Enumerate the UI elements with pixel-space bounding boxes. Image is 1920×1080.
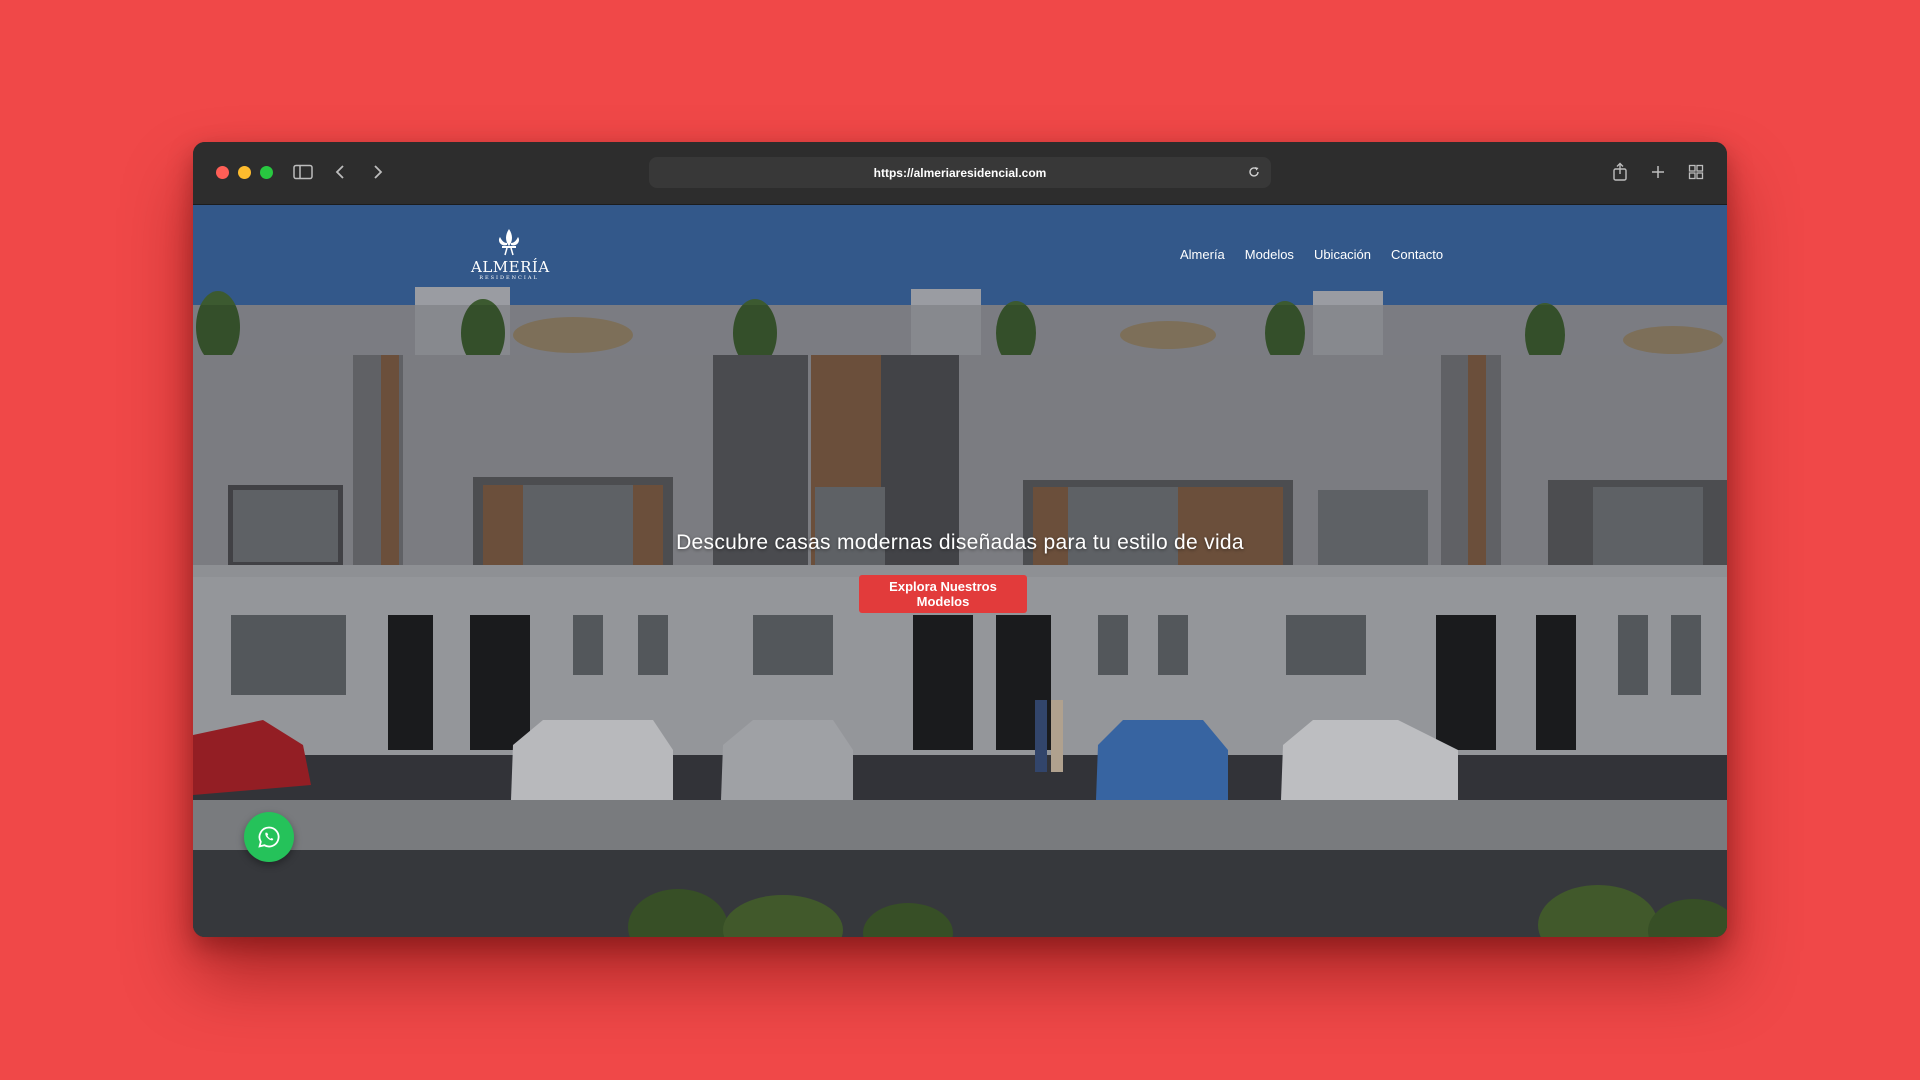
fleur-de-lis-icon bbox=[498, 229, 520, 256]
site-logo[interactable]: ALMERÍA RESIDENCIAL bbox=[471, 227, 550, 283]
nav-item-contacto[interactable]: Contacto bbox=[1391, 247, 1443, 267]
nav-item-modelos[interactable]: Modelos bbox=[1245, 247, 1294, 267]
whatsapp-icon bbox=[258, 826, 280, 848]
address-bar[interactable]: https://almeriaresidencial.com bbox=[649, 157, 1271, 188]
hero-title: Descubre casas modernas diseñadas para t… bbox=[676, 531, 1244, 554]
forward-icon[interactable] bbox=[366, 160, 390, 184]
web-page: ALMERÍA RESIDENCIAL Almería Modelos Ubic… bbox=[193, 205, 1727, 937]
logo-name: ALMERÍA bbox=[471, 258, 550, 276]
tab-overview-icon[interactable] bbox=[1684, 160, 1708, 184]
close-window-button[interactable] bbox=[216, 166, 229, 179]
sidebar-icon[interactable] bbox=[291, 160, 315, 184]
hero-overlay bbox=[193, 305, 1727, 937]
zoom-window-button[interactable] bbox=[260, 166, 273, 179]
share-icon[interactable] bbox=[1608, 160, 1632, 184]
main-nav: Almería Modelos Ubicación Contacto bbox=[1180, 247, 1443, 267]
minimize-window-button[interactable] bbox=[238, 166, 251, 179]
url-text: https://almeriaresidencial.com bbox=[873, 165, 1047, 180]
reload-icon[interactable] bbox=[1245, 163, 1263, 181]
back-icon[interactable] bbox=[328, 160, 352, 184]
whatsapp-button[interactable] bbox=[244, 812, 294, 862]
logo-subtitle: RESIDENCIAL bbox=[479, 275, 539, 281]
nav-item-almeria[interactable]: Almería bbox=[1180, 247, 1225, 267]
browser-toolbar: https://almeriaresidencial.com bbox=[193, 142, 1727, 205]
browser-window: https://almeriaresidencial.com ALMERÍA R… bbox=[193, 142, 1727, 937]
explore-models-button[interactable]: Explora Nuestros Modelos bbox=[859, 575, 1027, 613]
new-tab-icon[interactable] bbox=[1646, 160, 1670, 184]
nav-item-ubicacion[interactable]: Ubicación bbox=[1314, 247, 1371, 267]
